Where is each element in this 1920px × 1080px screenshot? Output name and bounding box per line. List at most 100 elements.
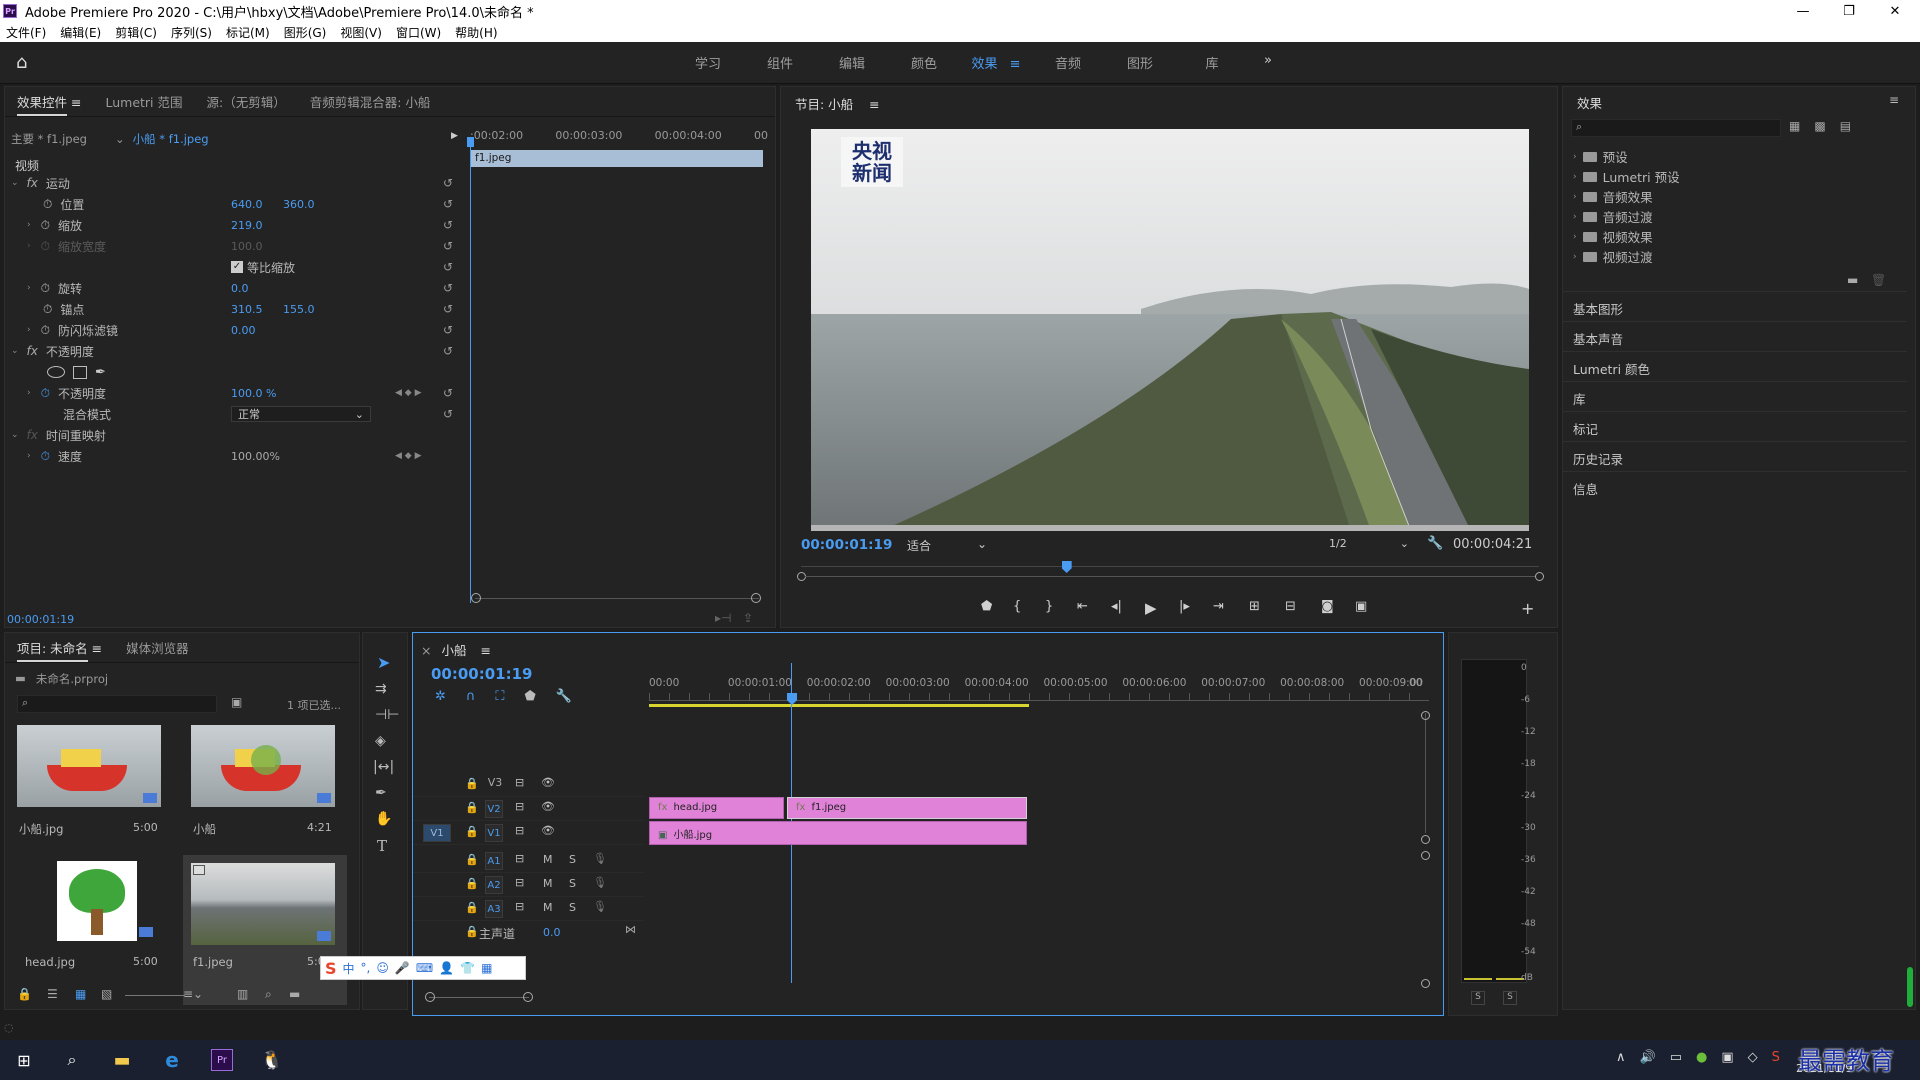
track-label[interactable]: A3 bbox=[485, 900, 503, 918]
workspace-tab-assembly[interactable]: 组件 bbox=[744, 53, 816, 72]
stopwatch-icon[interactable]: ⏱ bbox=[43, 302, 52, 317]
lock-icon[interactable]: 🔒 bbox=[465, 801, 479, 814]
stopwatch-icon[interactable]: ⏱ bbox=[43, 197, 52, 212]
monitor-icon[interactable]: ▣ bbox=[1721, 1050, 1733, 1065]
project-item[interactable]: 小船 4:21 bbox=[191, 725, 337, 855]
source-patch-v1[interactable]: V1 bbox=[423, 824, 451, 842]
new-search-bin-icon[interactable]: ▣ bbox=[231, 695, 242, 709]
linked-selection-icon[interactable]: ⛶ bbox=[495, 689, 504, 704]
scroll-handle-icon[interactable] bbox=[1421, 979, 1430, 988]
home-icon[interactable]: ⌂ bbox=[16, 54, 38, 72]
go-to-out-icon[interactable]: ⇥ bbox=[1213, 599, 1224, 614]
expand-arrow-icon[interactable]: › bbox=[27, 451, 31, 461]
clip-head[interactable]: fx head.jpg bbox=[649, 797, 784, 819]
yuv-effects-icon[interactable]: ▤ bbox=[1840, 119, 1851, 133]
workspace-tab-libraries[interactable]: 库 bbox=[1176, 53, 1248, 72]
ec-zoom-track[interactable] bbox=[475, 598, 759, 599]
microphone-icon[interactable]: 🎙 bbox=[593, 876, 607, 889]
list-view-icon[interactable]: ☰ bbox=[47, 987, 58, 1001]
master-clip-label[interactable]: 主要 * f1.jpeg bbox=[11, 131, 87, 147]
ec-timecode[interactable]: 00:00:01:19 bbox=[7, 613, 74, 626]
edge-browser-icon[interactable]: e bbox=[148, 1040, 196, 1080]
blend-mode-select[interactable]: 正常 ⌄ bbox=[231, 406, 371, 422]
windows-start-icon[interactable]: ⊞ bbox=[0, 1040, 48, 1080]
premiere-taskbar-icon[interactable]: Pr bbox=[198, 1040, 246, 1080]
add-button-icon[interactable]: + bbox=[1521, 599, 1534, 618]
expand-arrow-icon[interactable]: › bbox=[1573, 212, 1577, 222]
menu-sequence[interactable]: 序列(S) bbox=[171, 24, 212, 41]
effects-item-audio-transitions[interactable]: › 音频过渡 bbox=[1573, 207, 1653, 226]
clip-bar[interactable]: f1.jpeg bbox=[471, 150, 763, 167]
timeline-timecode[interactable]: 00:00:01:19 bbox=[431, 665, 533, 683]
timeline-zoom-handle-right[interactable] bbox=[523, 992, 533, 1002]
effect-motion[interactable]: ⌄ fx 运动 ↺ bbox=[5, 173, 465, 193]
program-video-frame[interactable]: 央视 新闻 bbox=[811, 129, 1529, 531]
section-markers[interactable]: 标记 bbox=[1563, 411, 1907, 441]
expand-arrow-icon[interactable]: ⌄ bbox=[11, 178, 19, 188]
program-scrubber[interactable] bbox=[797, 561, 1544, 581]
32bit-effects-icon[interactable]: ▩ bbox=[1814, 119, 1825, 133]
new-bin-icon[interactable]: ▬ bbox=[1847, 273, 1858, 287]
user-icon[interactable]: 👤 bbox=[439, 961, 454, 975]
export-icon[interactable]: ⇪ bbox=[743, 611, 753, 625]
track-label[interactable]: V1 bbox=[485, 824, 503, 842]
workspace-tab-graphics[interactable]: 图形 bbox=[1104, 53, 1176, 72]
timeline-zoom-handle-left[interactable] bbox=[425, 992, 435, 1002]
anchor-y-value[interactable]: 155.0 bbox=[283, 303, 315, 316]
lock-icon[interactable]: 🔒 bbox=[465, 853, 479, 866]
eye-icon[interactable]: 👁 bbox=[541, 776, 555, 789]
menu-clip[interactable]: 剪辑(C) bbox=[115, 24, 157, 41]
reset-icon[interactable]: ↺ bbox=[443, 218, 453, 232]
accelerated-effects-icon[interactable]: ▦ bbox=[1789, 119, 1800, 133]
scale-value[interactable]: 219.0 bbox=[231, 219, 263, 232]
fx-icon[interactable]: fx bbox=[27, 176, 38, 190]
workspace-tab-audio[interactable]: 音频 bbox=[1032, 53, 1104, 72]
effect-time-remap[interactable]: ⌄ fx 时间重映射 bbox=[5, 425, 465, 445]
reset-icon[interactable]: ↺ bbox=[443, 344, 453, 358]
ripple-edit-icon[interactable]: ⊣⊢ bbox=[375, 707, 399, 723]
ime-chinese-mode[interactable]: 中 bbox=[343, 960, 355, 977]
workspace-tab-learn[interactable]: 学习 bbox=[672, 53, 744, 72]
sogou-tray-icon[interactable]: S bbox=[1772, 1050, 1780, 1065]
panel-menu-icon[interactable]: ≡ bbox=[71, 95, 81, 110]
reset-icon[interactable]: ↺ bbox=[443, 407, 453, 421]
expand-arrow-icon[interactable]: › bbox=[27, 283, 31, 293]
speed-value[interactable]: 100.00% bbox=[231, 450, 280, 463]
mute-button[interactable]: M bbox=[543, 877, 553, 890]
menu-marker[interactable]: 标记(M) bbox=[226, 24, 270, 41]
razor-tool-icon[interactable]: ◈ bbox=[375, 733, 386, 749]
section-lumetri-color[interactable]: Lumetri 颜色 bbox=[1563, 351, 1907, 381]
sort-icon[interactable]: ≡⌄ bbox=[183, 987, 203, 1001]
qq-penguin-icon[interactable]: 🐧 bbox=[248, 1040, 296, 1080]
sogou-logo-icon[interactable]: S bbox=[325, 959, 337, 978]
master-volume-value[interactable]: 0.0 bbox=[543, 926, 561, 939]
tab-lumetri-scopes[interactable]: Lumetri 范围 bbox=[93, 92, 194, 111]
section-info[interactable]: 信息 bbox=[1563, 471, 1907, 501]
timeline-zoom-track[interactable] bbox=[429, 997, 529, 998]
eye-icon[interactable]: 👁 bbox=[541, 824, 555, 837]
add-marker-icon[interactable]: ⬟ bbox=[525, 689, 536, 704]
stopwatch-icon[interactable]: ⏱ bbox=[41, 281, 50, 296]
reset-icon[interactable]: ↺ bbox=[443, 386, 453, 400]
reset-icon[interactable]: ↺ bbox=[443, 176, 453, 190]
reset-icon[interactable]: ↺ bbox=[443, 197, 453, 211]
camera-icon[interactable]: ◙ bbox=[1321, 599, 1334, 614]
microphone-icon[interactable]: 🎙 bbox=[593, 852, 607, 865]
timeline-tab[interactable]: × 小船 ≡ bbox=[421, 640, 491, 659]
effects-item-lumetri-presets[interactable]: › Lumetri 预设 bbox=[1573, 167, 1680, 186]
add-marker-icon[interactable]: ⬟ bbox=[981, 599, 992, 614]
ellipse-mask-icon[interactable] bbox=[47, 366, 65, 378]
clip-selector[interactable]: ⌄ 小船 * f1.jpeg bbox=[115, 131, 209, 147]
menu-view[interactable]: 视图(V) bbox=[340, 24, 382, 41]
effects-item-audio-effects[interactable]: › 音频效果 bbox=[1573, 187, 1653, 206]
tab-project[interactable]: 项目: 未命名 ≡ bbox=[5, 638, 114, 662]
section-essential-graphics[interactable]: 基本图形 bbox=[1563, 291, 1907, 321]
type-tool-icon[interactable]: T bbox=[377, 837, 387, 855]
video-track-scrollbar[interactable] bbox=[1425, 713, 1426, 833]
expand-arrow-icon[interactable]: › bbox=[27, 325, 31, 335]
lift-icon[interactable]: ⊞ bbox=[1249, 599, 1260, 614]
mute-button[interactable]: M bbox=[543, 853, 553, 866]
section-history[interactable]: 历史记录 bbox=[1563, 441, 1907, 471]
thumbnail-size-slider[interactable] bbox=[125, 995, 185, 996]
menu-edit[interactable]: 编辑(E) bbox=[60, 24, 101, 41]
